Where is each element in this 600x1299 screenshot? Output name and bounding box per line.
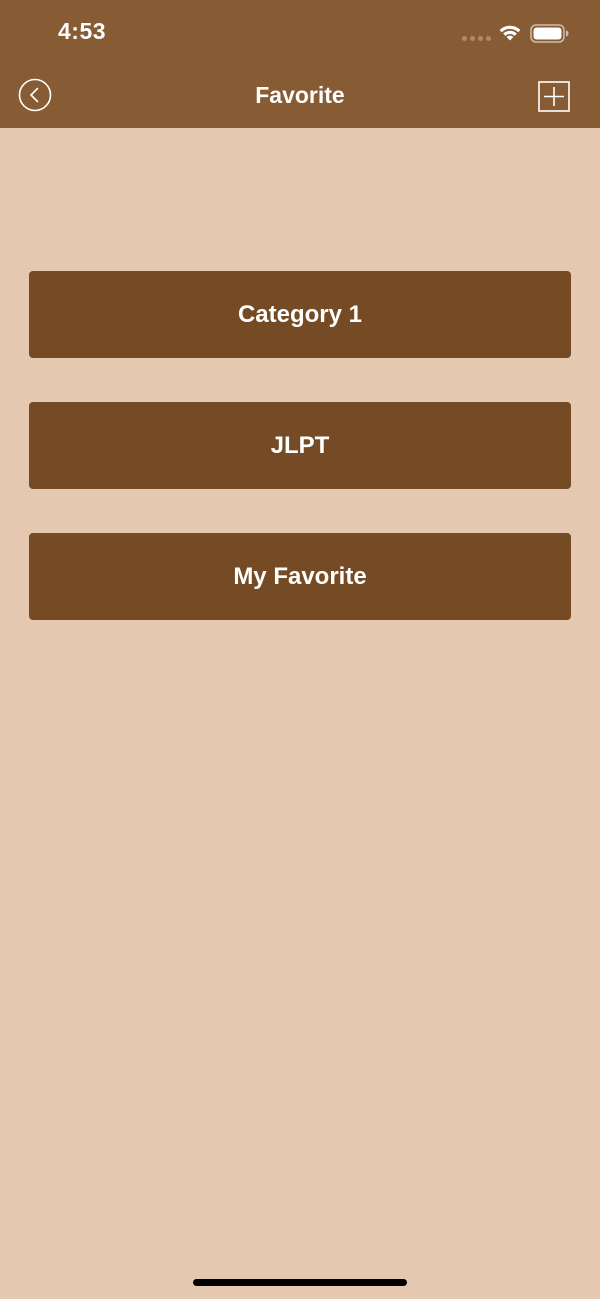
add-button[interactable] xyxy=(538,81,570,112)
category-button-my-favorite[interactable]: My Favorite xyxy=(29,533,571,620)
cellular-signal-icon xyxy=(462,36,491,41)
category-list: Category 1 JLPT My Favorite xyxy=(29,271,571,664)
navigation-header: 4:53 Favorite xyxy=(0,0,600,128)
back-button[interactable] xyxy=(18,78,52,112)
page-title: Favorite xyxy=(255,82,345,108)
category-button-category-1[interactable]: Category 1 xyxy=(29,271,571,358)
category-button-label: JLPT xyxy=(270,431,330,459)
category-button-label: Category 1 xyxy=(237,300,363,328)
category-button-label: My Favorite xyxy=(233,562,367,590)
battery-icon xyxy=(530,24,569,43)
wifi-icon xyxy=(499,25,521,41)
category-button-jlpt[interactable]: JLPT xyxy=(29,402,571,489)
home-indicator[interactable] xyxy=(193,1279,407,1286)
status-bar-time: 4:53 xyxy=(58,18,107,44)
